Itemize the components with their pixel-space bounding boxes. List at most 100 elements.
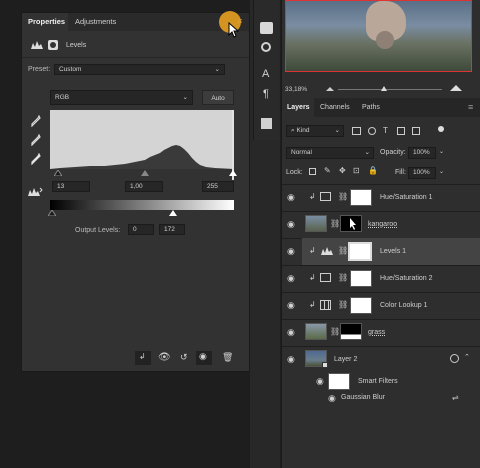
properties-panel-icon[interactable]	[260, 22, 273, 34]
zoom-out-icon[interactable]	[326, 87, 334, 91]
tab-channels[interactable]: Channels	[320, 104, 350, 111]
eye-icon[interactable]: ◉	[287, 327, 295, 338]
black-input-slider[interactable]	[54, 170, 62, 176]
layer-mask-thumbnail[interactable]	[348, 242, 372, 261]
zoom-in-icon[interactable]	[450, 85, 462, 91]
white-output-slider[interactable]	[169, 210, 177, 216]
layer-name[interactable]: kangaroo	[368, 221, 397, 228]
input-white-field[interactable]: 255	[202, 181, 234, 192]
filter-pixel-icon[interactable]	[352, 127, 361, 135]
layer-mask-thumbnail[interactable]	[350, 270, 372, 287]
layer-row-layer-2[interactable]: ◉ Layer 2 ⌃	[282, 346, 480, 373]
eye-icon[interactable]: ◉	[287, 354, 295, 365]
black-output-slider[interactable]	[48, 210, 56, 216]
fill-dropdown-icon[interactable]: ⌄	[439, 168, 444, 175]
tab-adjustments[interactable]: Adjustments	[75, 17, 116, 26]
layer-mask-thumbnail[interactable]	[350, 189, 372, 206]
layer-name[interactable]: Levels 1	[380, 248, 406, 255]
opacity-dropdown-icon[interactable]: ⌄	[439, 148, 444, 155]
tab-layers[interactable]: Layers	[287, 104, 310, 111]
lock-transparent-icon[interactable]	[309, 168, 316, 175]
eye-icon[interactable]: ◉	[287, 300, 295, 311]
layer-name[interactable]: Color Lookup 1	[380, 302, 427, 309]
layer-name[interactable]: Hue/Saturation 2	[380, 275, 433, 282]
output-white-field[interactable]: 172	[159, 224, 185, 235]
filter-toggle-icon[interactable]	[438, 126, 444, 132]
filter-adjustment-icon[interactable]	[368, 127, 376, 135]
smart-filter-mask-thumbnail[interactable]	[328, 373, 350, 390]
calculate-histogram-icon[interactable]	[27, 187, 43, 197]
paragraph-panel-icon[interactable]: ¶	[263, 88, 269, 100]
layer-name[interactable]: grass	[368, 329, 385, 336]
preset-dropdown[interactable]: Custom ⌄	[54, 64, 225, 75]
filter-type-icon[interactable]: T	[383, 126, 388, 135]
navigator-preview[interactable]	[285, 0, 472, 72]
gamma-input-slider[interactable]	[141, 170, 149, 176]
lock-artboard-icon[interactable]: ⊡	[353, 166, 360, 175]
layers-panel-menu-icon[interactable]: ≡	[468, 102, 473, 112]
eye-icon[interactable]: ◉	[316, 376, 324, 387]
layer-row-hue-saturation-1[interactable]: ◉ ↲ ⛓ Hue/Saturation 1	[282, 184, 480, 211]
input-black-field[interactable]: 13	[52, 181, 90, 192]
smart-filters-row[interactable]: ◉ Smart Filters	[282, 371, 480, 393]
lock-image-icon[interactable]: ✎	[324, 166, 331, 175]
mouse-pointer-icon	[228, 22, 240, 38]
input-gamma-field[interactable]: 1,00	[125, 181, 163, 192]
zoom-slider-track[interactable]	[338, 89, 442, 90]
auto-button[interactable]: Auto	[202, 90, 234, 105]
zoom-slider-thumb[interactable]	[381, 86, 387, 91]
layer-name[interactable]: Layer 2	[334, 356, 357, 363]
zoom-level[interactable]: 33,18%	[285, 86, 307, 93]
blend-mode-dropdown[interactable]: Normal ⌄	[286, 147, 374, 159]
layer-row-color-lookup-1[interactable]: ◉ ↲ ⛓ Color Lookup 1	[282, 292, 480, 319]
eye-icon[interactable]: ◉	[287, 246, 295, 257]
layer-mask-thumbnail[interactable]	[350, 297, 372, 314]
layer-name[interactable]: Hue/Saturation 1	[380, 194, 433, 201]
eye-icon[interactable]: ◉	[328, 393, 336, 404]
toggle-visibility-button[interactable]: ◉	[196, 351, 212, 365]
layer-row-levels-1[interactable]: ◉ ↲ ⛓ Levels 1	[282, 238, 480, 265]
kangaroo-mask-thumbnail[interactable]	[340, 215, 362, 232]
gray-point-eyedropper-icon[interactable]	[31, 134, 41, 146]
view-previous-state-icon[interactable]: 👁	[158, 352, 171, 363]
lock-all-icon[interactable]: 🔒	[368, 166, 378, 175]
layer-row-hue-saturation-2[interactable]: ◉ ↲ ⛓ Hue/Saturation 2	[282, 265, 480, 292]
tab-properties[interactable]: Properties	[28, 17, 65, 26]
smart-filter-icon[interactable]	[450, 354, 459, 363]
filter-smart-object-icon[interactable]	[412, 127, 420, 135]
grass-thumbnail[interactable]	[305, 323, 327, 340]
link-icon: ⛓	[338, 300, 349, 309]
white-input-slider[interactable]	[229, 170, 237, 176]
opacity-field[interactable]: 100%	[408, 147, 436, 159]
clip-to-layer-button[interactable]: ↲	[135, 351, 151, 365]
layer-row-grass[interactable]: ◉ ⛓ grass	[282, 319, 480, 346]
filter-options-icon[interactable]: ⇌	[452, 393, 459, 402]
black-point-eyedropper-icon[interactable]	[31, 115, 41, 127]
lock-position-icon[interactable]: ✥	[339, 166, 346, 175]
trash-icon[interactable]: 🗑	[222, 352, 233, 363]
smart-filters-label[interactable]: Smart Filters	[358, 378, 398, 385]
filter-shape-icon[interactable]	[397, 127, 405, 135]
gaussian-blur-row[interactable]: ◉ Gaussian Blur ⇌	[282, 391, 480, 407]
mask-icon[interactable]	[48, 40, 58, 50]
link-icon: ⛓	[338, 192, 349, 201]
filter-kind-dropdown[interactable]: ⌕ Kind ⌄	[286, 125, 344, 137]
white-point-eyedropper-icon[interactable]	[31, 153, 41, 165]
gaussian-blur-label[interactable]: Gaussian Blur	[341, 394, 385, 401]
reset-icon[interactable]: ↺	[180, 352, 188, 363]
tab-paths[interactable]: Paths	[362, 104, 380, 111]
adjustments-panel-icon[interactable]	[261, 42, 271, 52]
character-panel-icon[interactable]: A	[262, 68, 269, 80]
eye-icon[interactable]: ◉	[287, 273, 295, 284]
libraries-panel-icon[interactable]	[261, 118, 272, 129]
layer-row-kangaroo[interactable]: ◉ ⛓ kangaroo	[282, 211, 480, 238]
hue-saturation-icon	[320, 192, 331, 201]
expand-toggle-icon[interactable]: ⌃	[464, 353, 470, 361]
grass-mask-thumbnail[interactable]	[340, 323, 362, 340]
channel-dropdown[interactable]: RGB ⌄	[50, 90, 193, 105]
eye-icon[interactable]: ◉	[287, 192, 295, 203]
fill-field[interactable]: 100%	[408, 167, 436, 179]
eye-icon[interactable]: ◉	[287, 219, 295, 230]
output-black-field[interactable]: 0	[128, 224, 154, 235]
kangaroo-thumbnail[interactable]	[305, 215, 327, 232]
